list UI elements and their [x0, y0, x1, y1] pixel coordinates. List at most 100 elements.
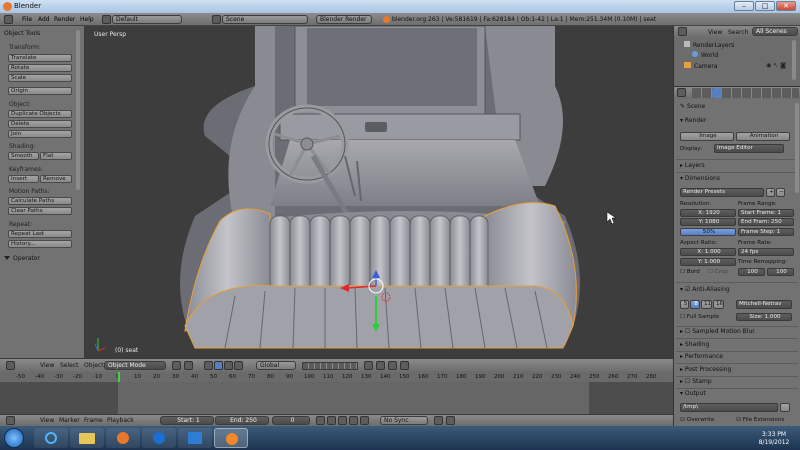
remove-preset-button[interactable]: −	[776, 188, 785, 197]
taskbar-media-player-icon[interactable]	[106, 428, 140, 448]
repeat-last-button[interactable]: Repeat Last	[8, 230, 72, 238]
scene-field[interactable]: Scene	[222, 15, 308, 24]
keying-icon[interactable]	[434, 416, 443, 425]
render-panel-header[interactable]: ▾ Render	[680, 117, 706, 124]
menu-frame[interactable]: Frame	[84, 417, 103, 424]
end-frame-field[interactable]: End: 250	[215, 416, 269, 425]
end-frame-field[interactable]: End Fram: 250	[738, 218, 794, 226]
aspect-y-field[interactable]: Y: 1.000	[680, 258, 736, 266]
full-sample-checkbox[interactable]: ☐ Full Sample	[680, 314, 719, 320]
jump-start-icon[interactable]	[316, 416, 325, 425]
lock-icon[interactable]	[364, 361, 373, 370]
frame-step-field[interactable]: Frame Step: 1	[738, 228, 794, 236]
proportional-edit-icon[interactable]	[376, 361, 385, 370]
outliner-filter-select[interactable]: All Scenes	[752, 27, 798, 36]
overwrite-checkbox[interactable]: ☑ Overwrite	[680, 417, 714, 423]
aa-filter-select[interactable]: Mitchell-Netrav	[736, 300, 792, 309]
fps-select[interactable]: 24 fps	[738, 248, 794, 256]
display-select[interactable]: Image Editor	[714, 144, 784, 153]
scene-context-tab[interactable]	[712, 88, 722, 98]
remove-keyframe-button[interactable]: Remove	[40, 175, 72, 183]
mode-select[interactable]: Object Mode	[104, 361, 166, 370]
render-presets-select[interactable]: Render Presets	[680, 188, 764, 197]
pivot-point-icon[interactable]	[184, 361, 193, 370]
crop-checkbox[interactable]: ☐ Crop	[708, 269, 728, 275]
menu-help[interactable]: Help	[80, 16, 94, 23]
aa-samples-11[interactable]: 11	[701, 300, 712, 309]
outliner-item-renderlayers[interactable]: RenderLayers	[684, 41, 734, 49]
render-image-button[interactable]: Image	[680, 132, 734, 141]
menu-search[interactable]: Search	[728, 29, 749, 36]
translate-manipulator-icon[interactable]	[214, 361, 223, 370]
close-button[interactable]: ✕	[776, 1, 796, 11]
delete-button[interactable]: Delete	[8, 120, 72, 128]
system-clock[interactable]: 3:33 PM 8/19/2012	[752, 431, 796, 447]
start-button[interactable]	[4, 428, 24, 448]
render-engine-select[interactable]: Blender Render	[316, 15, 372, 24]
duplicate-objects-button[interactable]: Duplicate Objects	[8, 110, 72, 118]
visibility-eye-icon[interactable]: ◉ ↖ ◙	[766, 62, 786, 69]
menu-view[interactable]: View	[708, 29, 722, 36]
performance-panel-header[interactable]: ▸ Performance	[680, 353, 723, 360]
filter-size-field[interactable]: Size: 1.000	[736, 313, 792, 321]
rotate-manipulator-icon[interactable]	[224, 361, 233, 370]
play-icon[interactable]	[349, 416, 358, 425]
motion-blur-panel-header[interactable]: ▸ ☐ Sampled Motion Blur	[680, 328, 755, 335]
viewport-shading-icon[interactable]	[172, 361, 181, 370]
outliner-item-camera[interactable]: Camera	[684, 62, 718, 70]
taskbar-ie-icon[interactable]	[34, 428, 68, 448]
orientation-select[interactable]: Global	[256, 361, 296, 370]
output-path-field[interactable]: /tmp\	[680, 403, 778, 412]
anti-aliasing-panel-header[interactable]: ▾ ☑ Anti-Aliasing	[680, 286, 730, 293]
shading-panel-header[interactable]: ▸ Shading	[680, 341, 709, 348]
resolution-y-field[interactable]: Y: 1080	[680, 218, 736, 226]
aa-samples-16[interactable]: 16	[713, 300, 724, 309]
taskbar-explorer-icon[interactable]	[70, 428, 104, 448]
menu-file[interactable]: File	[22, 16, 32, 23]
layers-panel-header[interactable]: ▸ Layers	[680, 162, 705, 169]
insert-keyframe-button[interactable]: Insert	[8, 175, 39, 183]
taskbar-blender-icon[interactable]	[214, 428, 248, 448]
minimize-button[interactable]: –	[734, 1, 754, 11]
taskbar-app-icon[interactable]	[178, 428, 212, 448]
render-animation-button[interactable]: Animation	[736, 132, 790, 141]
menu-marker[interactable]: Marker	[59, 417, 80, 424]
aa-samples-5[interactable]: 5	[680, 300, 689, 309]
menu-select[interactable]: Select	[60, 362, 79, 369]
resolution-x-field[interactable]: X: 1920	[680, 209, 736, 217]
calculate-paths-button[interactable]: Calculate Paths	[8, 197, 72, 205]
tool-shelf-scrollbar[interactable]	[76, 30, 80, 190]
play-reverse-icon[interactable]	[338, 416, 347, 425]
aspect-x-field[interactable]: X: 1.000	[680, 248, 736, 256]
history-button[interactable]: History...	[8, 240, 72, 248]
operator-panel-header[interactable]: Operator	[4, 255, 40, 262]
menu-object[interactable]: Object	[84, 362, 104, 369]
outliner-item-world[interactable]: World	[692, 51, 718, 59]
flat-button[interactable]: Flat	[40, 152, 72, 160]
origin-button[interactable]: Origin	[8, 87, 72, 95]
render-preview-icon[interactable]	[400, 361, 409, 370]
file-extensions-checkbox[interactable]: ☑ File Extensions	[736, 417, 784, 423]
editor-type-icon[interactable]	[4, 15, 13, 24]
menu-playback[interactable]: Playback	[107, 417, 134, 424]
scene-browse-icon[interactable]	[212, 15, 221, 24]
start-frame-field[interactable]: Start Frame: 1	[738, 209, 794, 217]
remap-new-field[interactable]: 100	[767, 268, 794, 276]
border-checkbox[interactable]: ☐ Bord	[680, 269, 700, 275]
context-tabs[interactable]	[692, 88, 799, 98]
folder-browse-icon[interactable]	[780, 403, 790, 412]
taskbar-hp-icon[interactable]	[142, 428, 176, 448]
layer-buttons[interactable]	[302, 362, 358, 370]
output-panel-header[interactable]: ▾ Output	[680, 390, 706, 397]
3d-viewport[interactable]: User Persp (0) seat	[85, 26, 673, 358]
add-preset-button[interactable]: +	[766, 188, 775, 197]
scale-manipulator-icon[interactable]	[234, 361, 243, 370]
clear-paths-button[interactable]: Clear Paths	[8, 207, 72, 215]
menu-add[interactable]: Add	[38, 16, 50, 23]
start-frame-field[interactable]: Start: 1	[160, 416, 214, 425]
manipulator-toggle-icon[interactable]	[204, 361, 213, 370]
editor-type-icon[interactable]	[6, 416, 15, 425]
screen-layout-field[interactable]: Default	[112, 15, 182, 24]
outliner-scrollbar[interactable]	[792, 40, 796, 80]
menu-view[interactable]: View	[40, 417, 54, 424]
